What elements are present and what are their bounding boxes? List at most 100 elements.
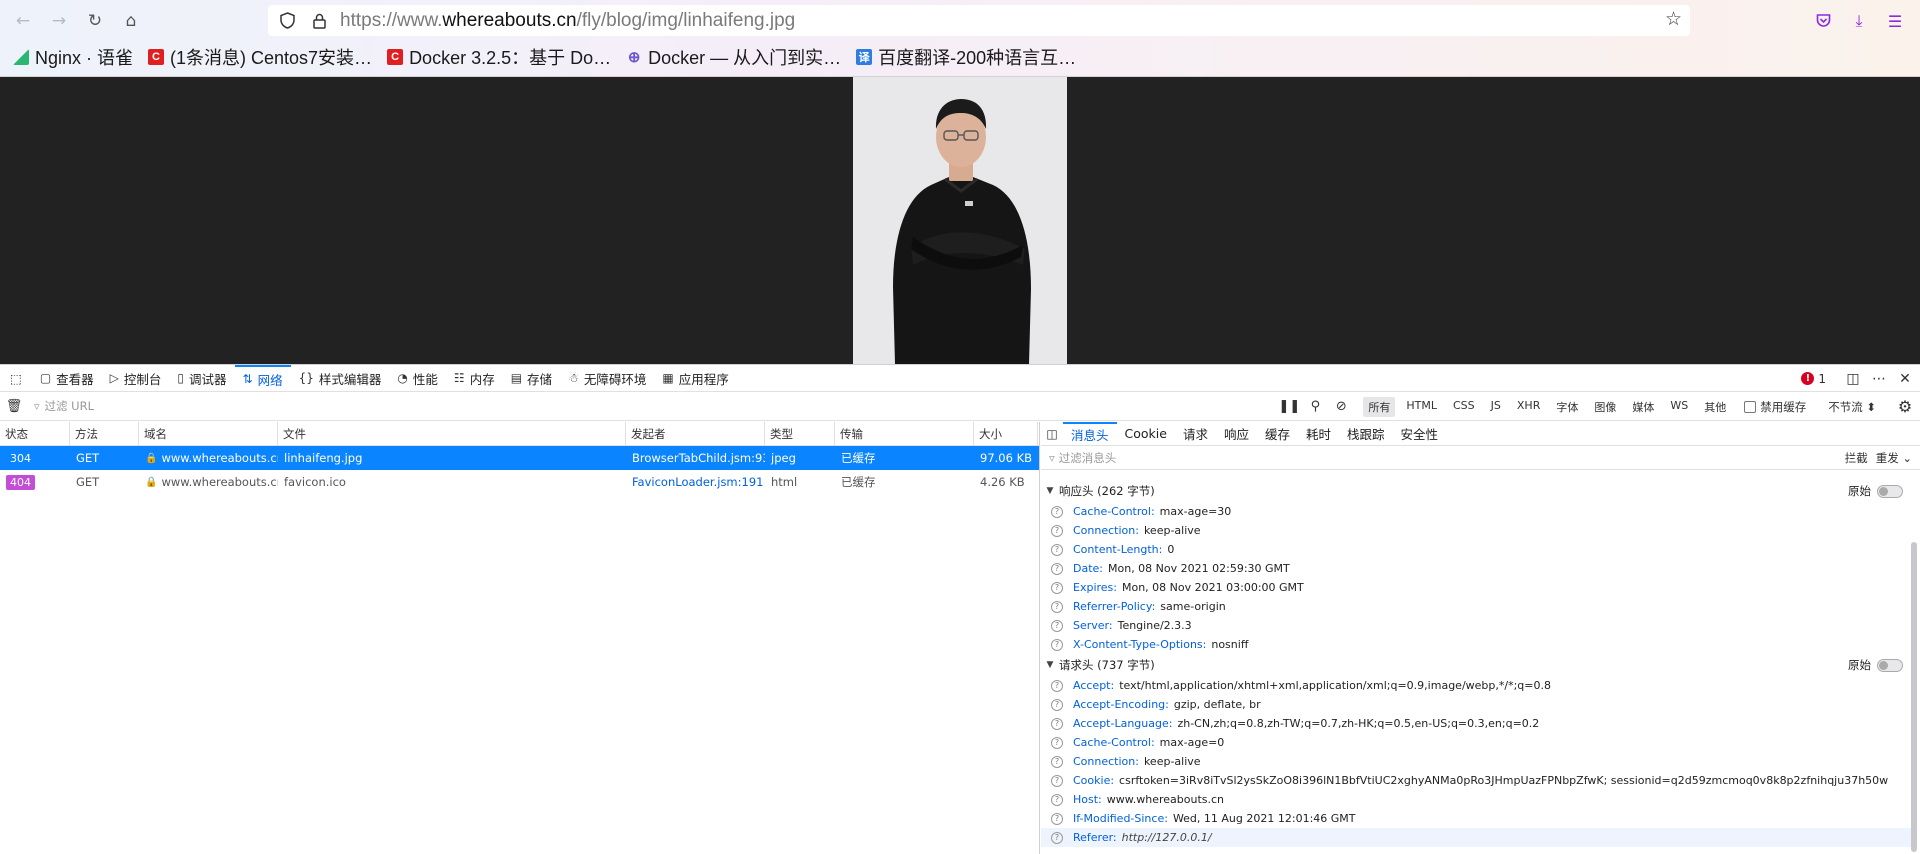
header-row[interactable]: ? Connection: keep-alive [1041, 752, 1911, 771]
details-tab[interactable]: 耗时 [1298, 422, 1339, 446]
column-header[interactable]: 大小 [974, 422, 1038, 445]
bookmark-item[interactable]: ⊕ Docker — 从入门到实… [626, 44, 841, 70]
pocket-icon[interactable] [1810, 8, 1836, 34]
header-row[interactable]: ? Accept-Encoding: gzip, deflate, br [1041, 695, 1911, 714]
type-filter-button[interactable]: XHR [1512, 397, 1545, 417]
back-icon[interactable]: ← [10, 8, 36, 34]
help-icon[interactable]: ? [1051, 698, 1063, 711]
help-icon[interactable]: ? [1051, 679, 1063, 692]
help-icon[interactable]: ? [1051, 562, 1063, 575]
url-bar[interactable]: https://www.whereabouts.cn/fly/blog/img/… [268, 5, 1690, 36]
tab-application[interactable]: ▦ 应用程序 [654, 365, 736, 392]
help-icon[interactable]: ? [1051, 581, 1063, 594]
type-filter-button[interactable]: WS [1665, 397, 1693, 417]
help-icon[interactable]: ? [1051, 793, 1063, 806]
header-row[interactable]: ? Cookie: csrftoken=3iRv8iTvSl2ysSkZoO8i39… [1041, 771, 1911, 790]
tab-memory[interactable]: ☷ 内存 [446, 365, 503, 392]
details-tab[interactable]: 响应 [1216, 422, 1257, 446]
tab-network[interactable]: ⇅ 网络 [234, 364, 291, 392]
tab-console[interactable]: ▷ 控制台 [102, 365, 170, 392]
header-row[interactable]: ? Server: Tengine/2.3.3 [1041, 616, 1911, 635]
raw-toggle[interactable]: 原始 [1848, 483, 1903, 499]
checkbox-box[interactable] [1744, 400, 1757, 413]
help-icon[interactable]: ? [1051, 755, 1063, 768]
home-icon[interactable]: ⌂ [118, 8, 144, 34]
search-icon[interactable]: ⚲ [1302, 399, 1328, 414]
help-icon[interactable]: ? [1051, 774, 1063, 787]
header-row[interactable]: ? Date: Mon, 08 Nov 2021 02:59:30 GMT [1041, 559, 1911, 578]
details-tab[interactable]: 安全性 [1393, 422, 1447, 446]
details-tab[interactable]: 缓存 [1257, 422, 1298, 446]
column-header[interactable]: 类型 [765, 422, 835, 445]
header-row[interactable]: ? X-Content-Type-Options: nosniff [1041, 635, 1911, 654]
help-icon[interactable]: ? [1051, 619, 1063, 632]
type-filter-button[interactable]: 其他 [1699, 397, 1731, 417]
type-filter-button[interactable]: 媒体 [1627, 397, 1659, 417]
header-row[interactable]: ? Cache-Control: max-age=30 [1041, 502, 1911, 521]
help-icon[interactable]: ? [1051, 717, 1063, 730]
menu-icon[interactable]: ☰ [1882, 8, 1908, 34]
header-row[interactable]: ? Cache-Control: max-age=0 [1041, 733, 1911, 752]
request-headers-section[interactable]: ▼ 请求头 (737 字节) 原始 [1041, 654, 1911, 676]
header-row[interactable]: ? Connection: keep-alive [1041, 521, 1911, 540]
raw-toggle[interactable]: 原始 [1848, 657, 1903, 673]
error-count-badge[interactable]: ! 1 [1801, 372, 1826, 386]
toggle-switch[interactable] [1877, 484, 1903, 498]
help-icon[interactable]: ? [1051, 543, 1063, 556]
table-row[interactable]: 404 GET 🔒 www.whereabouts.cn favicon.ico Favi… [0, 470, 1039, 494]
sidebar-toggle-icon[interactable]: ◫ [1041, 427, 1063, 441]
column-header[interactable]: 域名 [139, 422, 278, 445]
header-row[interactable]: ? Content-Length: 0 [1041, 540, 1911, 559]
resend-button[interactable]: 重发 ⌄ [1876, 450, 1912, 466]
block-button[interactable]: 拦截 [1845, 450, 1868, 466]
bookmark-item[interactable]: 译百度翻译-200种语言互… [856, 44, 1076, 70]
type-filter-button[interactable]: 图像 [1589, 397, 1621, 417]
toggle-switch[interactable] [1877, 658, 1903, 672]
collapse-triangle-icon[interactable]: ▼ [1041, 486, 1059, 496]
details-tab[interactable]: Cookie [1117, 422, 1175, 446]
initiator-link[interactable]: BrowserTabChild.jsm:93 … [632, 451, 765, 465]
tab-style-editor[interactable]: {} 样式编辑器 [291, 365, 390, 392]
reload-icon[interactable]: ↻ [82, 8, 108, 34]
gear-icon[interactable]: ⚙ [1890, 397, 1920, 416]
disable-cache-checkbox[interactable]: 禁用缓存 [1744, 399, 1806, 415]
type-filter-button[interactable]: 字体 [1551, 397, 1583, 417]
tab-accessibility[interactable]: ☃ 无障碍环境 [560, 365, 654, 392]
header-row[interactable]: ? Referer: http://127.0.0.1/ [1041, 828, 1911, 847]
block-icon[interactable]: ⊘ [1328, 399, 1354, 414]
header-row[interactable]: ? Host: www.whereabouts.cn [1041, 790, 1911, 809]
pause-icon[interactable]: ❚❚ [1276, 399, 1302, 414]
help-icon[interactable]: ? [1051, 736, 1063, 749]
type-filter-button[interactable]: HTML [1401, 397, 1442, 417]
details-tab[interactable]: 消息头 [1063, 421, 1117, 446]
header-row[interactable]: ? If-Modified-Since: Wed, 11 Aug 2021 12:0… [1041, 809, 1911, 828]
column-header[interactable]: 方法 [70, 422, 139, 445]
help-icon[interactable]: ? [1051, 812, 1063, 825]
column-header[interactable]: 发起者 [626, 422, 765, 445]
header-row[interactable]: ? Accept-Language: zh-CN,zh;q=0.8,zh-TW;q=… [1041, 714, 1911, 733]
bookmark-item[interactable]: C (1条消息) Centos7安装… [148, 44, 372, 70]
collapse-triangle-icon[interactable]: ▼ [1041, 660, 1059, 670]
pick-element-icon[interactable]: ⬚ [0, 365, 32, 392]
type-filter-button[interactable]: JS [1486, 397, 1506, 417]
trash-icon[interactable]: 🗑 [0, 399, 28, 414]
column-header[interactable]: 状态 [0, 422, 70, 445]
filter-url-input[interactable]: ▿ 过滤 URL [34, 398, 94, 414]
help-icon[interactable]: ? [1051, 505, 1063, 518]
download-icon[interactable]: ⤓ [1846, 8, 1872, 34]
close-icon[interactable]: ✕ [1894, 371, 1916, 387]
details-tab[interactable]: 请求 [1175, 422, 1216, 446]
tab-inspector[interactable]: ▢ 查看器 [32, 365, 102, 392]
header-row[interactable]: ? Expires: Mon, 08 Nov 2021 03:00:00 GMT [1041, 578, 1911, 597]
column-header[interactable]: 文件 [278, 422, 626, 445]
bookmark-item[interactable]: C Docker 3.2.5：基于 Do… [387, 44, 611, 70]
more-icon[interactable]: ⋯ [1868, 371, 1890, 387]
bookmark-star-icon[interactable]: ☆ [1665, 8, 1682, 30]
type-filter-button[interactable]: 所有 [1363, 396, 1396, 417]
tab-storage[interactable]: ▤ 存储 [503, 365, 560, 392]
headers-filter-input[interactable]: 过滤消息头 [1059, 450, 1117, 466]
help-icon[interactable]: ? [1051, 600, 1063, 613]
bookmark-item[interactable]: Nginx · 语雀 [13, 44, 133, 70]
shield-icon[interactable] [274, 8, 300, 34]
help-icon[interactable]: ? [1051, 524, 1063, 537]
